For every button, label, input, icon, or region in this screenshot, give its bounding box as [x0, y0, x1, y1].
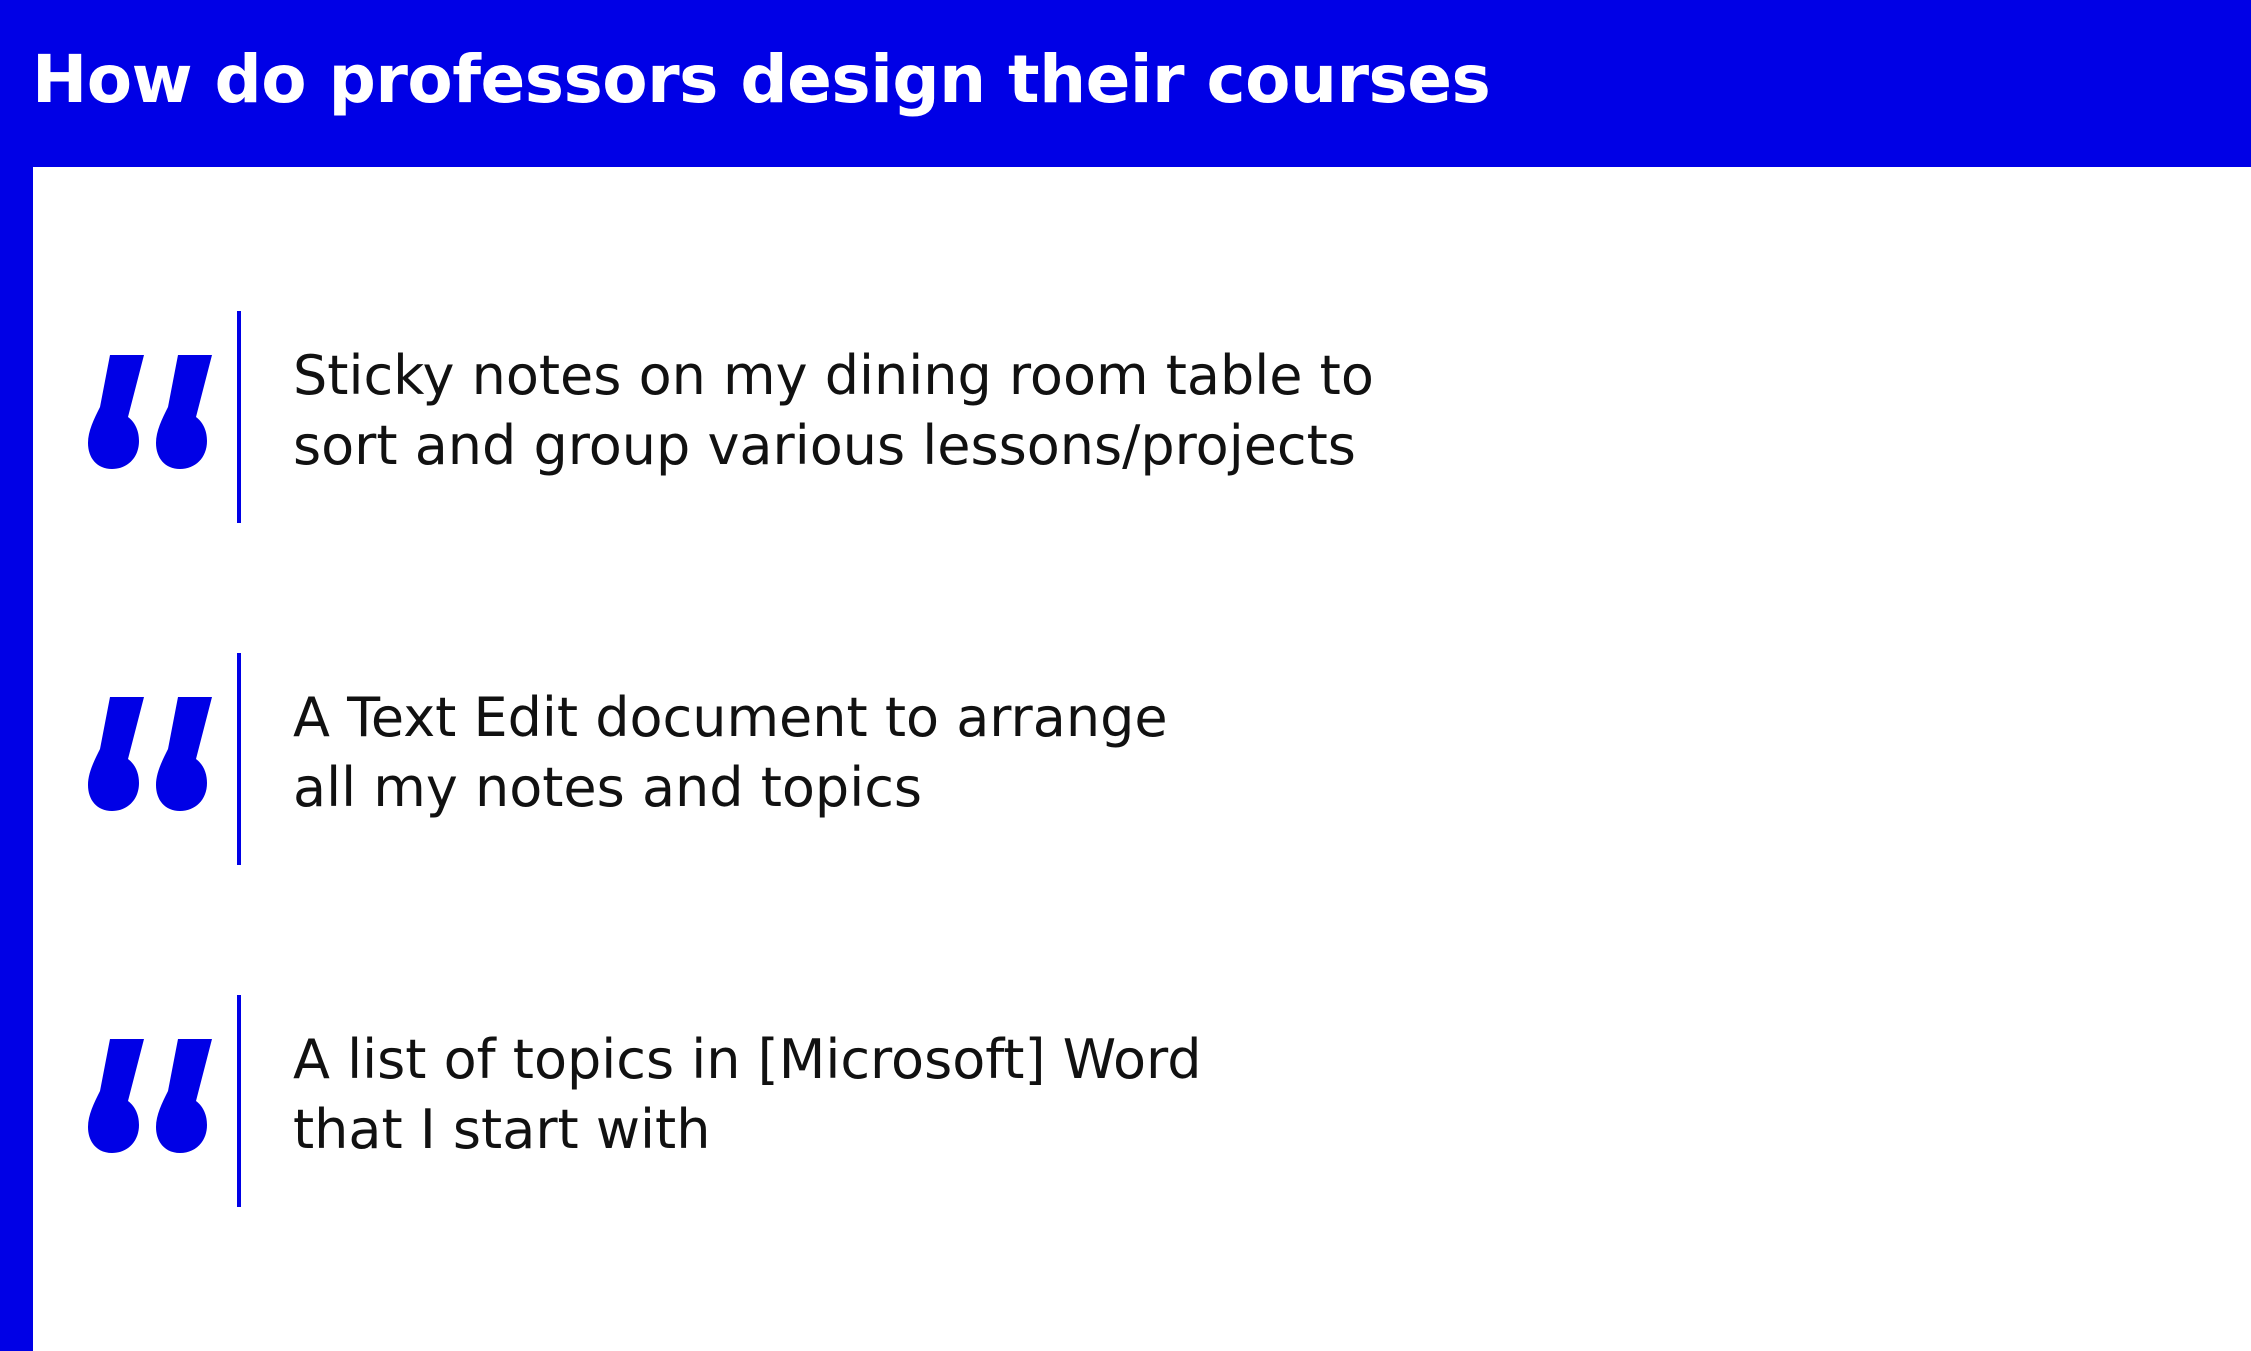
- page-title: How do professors design their courses: [32, 41, 1491, 118]
- quote-mark-icon: [88, 697, 212, 811]
- quote-item: Sticky notes on my dining room table to …: [0, 311, 2251, 523]
- quote-text: Sticky notes on my dining room table to …: [293, 341, 1693, 481]
- quote-text: A list of topics in [Microsoft] Word tha…: [293, 1025, 1693, 1165]
- quote-mark-icon: [88, 1039, 212, 1153]
- quote-item: A list of topics in [Microsoft] Word tha…: [0, 995, 2251, 1207]
- quote-divider: [237, 653, 241, 865]
- quote-line: sort and group various lessons/projects: [293, 414, 1356, 477]
- quote-line: all my notes and topics: [293, 756, 923, 819]
- quote-line: that I start with: [293, 1098, 711, 1161]
- header-bar: How do professors design their courses: [0, 0, 2251, 167]
- quote-divider: [237, 311, 241, 523]
- quote-line: Sticky notes on my dining room table to: [293, 344, 1374, 407]
- quote-text: A Text Edit document to arrange all my n…: [293, 683, 1693, 823]
- quote-divider: [237, 995, 241, 1207]
- quote-item: A Text Edit document to arrange all my n…: [0, 653, 2251, 865]
- quote-line: A Text Edit document to arrange: [293, 686, 1168, 749]
- quote-mark-icon: [88, 355, 212, 469]
- quote-line: A list of topics in [Microsoft] Word: [293, 1028, 1202, 1091]
